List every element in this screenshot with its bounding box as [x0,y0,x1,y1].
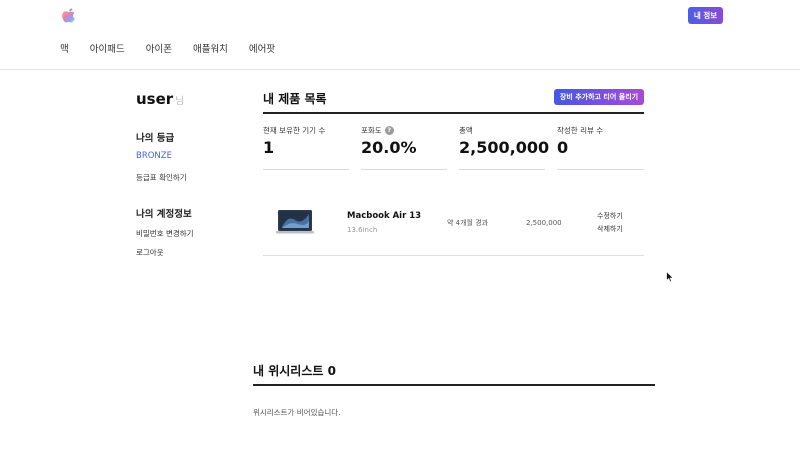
delete-product-button[interactable]: 삭제하기 [597,224,623,234]
products-title: 내 제품 목록 [263,92,327,106]
mouse-cursor-icon [666,268,675,283]
help-icon[interactable]: ? [384,126,394,135]
logout-link[interactable]: 로그아웃 [136,247,164,258]
product-spec: 13.6inch [347,226,378,234]
stat-label-review-count: 작성한 리뷰 수 [557,126,604,135]
nav-item-ipad[interactable]: 아이패드 [90,43,125,57]
edit-product-button[interactable]: 수정하기 [597,211,623,221]
stat-value-total: 2,500,000 [459,138,550,157]
stat-value-review-count: 0 [557,138,569,157]
product-age: 약 4개월 경과 [447,219,489,227]
stat-label-device-count: 현재 보유한 기기 수 [263,126,326,135]
account-heading: 나의 계정정보 [136,209,192,220]
stat-divider [459,169,545,170]
stat-value-saturation: 20.0% [361,138,417,157]
grade-table-link[interactable]: 등급표 확인하기 [136,172,187,183]
username-suffix: 님 [175,96,184,107]
stat-label-total: 총액 [459,126,473,135]
apple-logo-icon[interactable] [59,5,79,25]
grade-value: BRONZE [136,151,172,161]
username: user [136,90,174,108]
nav-item-airpods[interactable]: 에어팟 [249,43,275,57]
product-name[interactable]: Macbook Air 13 [347,211,421,221]
stat-divider [361,169,447,170]
stat-value-device-count: 1 [263,138,275,157]
my-info-button[interactable]: 내 정보 [688,7,723,24]
header-divider [0,69,800,70]
macbook-thumbnail[interactable] [276,209,314,235]
product-row-divider [263,255,644,256]
user-greeting: user 님 [136,90,184,108]
wishlist-empty-message: 위시리스트가 비어있습니다. [253,408,341,417]
nav-item-mac[interactable]: 맥 [60,43,69,57]
wishlist-title-rule [253,384,655,386]
stat-divider [557,169,644,170]
main-nav: 맥 아이패드 아이폰 애플워치 에어팟 [60,43,296,57]
products-title-rule [263,112,644,114]
nav-item-applewatch[interactable]: 애플워치 [193,43,228,57]
add-device-button[interactable]: 장비 추가하고 티어 올리기 [554,89,644,105]
nav-item-iphone[interactable]: 아이폰 [146,43,172,57]
change-password-link[interactable]: 비밀번호 변경하기 [136,228,194,239]
wishlist-title: 내 위시리스트 0 [253,364,336,378]
grade-heading: 나의 등급 [136,133,175,144]
stat-label-saturation: 포화도 ? [361,125,394,136]
stat-divider [263,169,349,170]
product-price: 2,500,000 [526,219,562,227]
